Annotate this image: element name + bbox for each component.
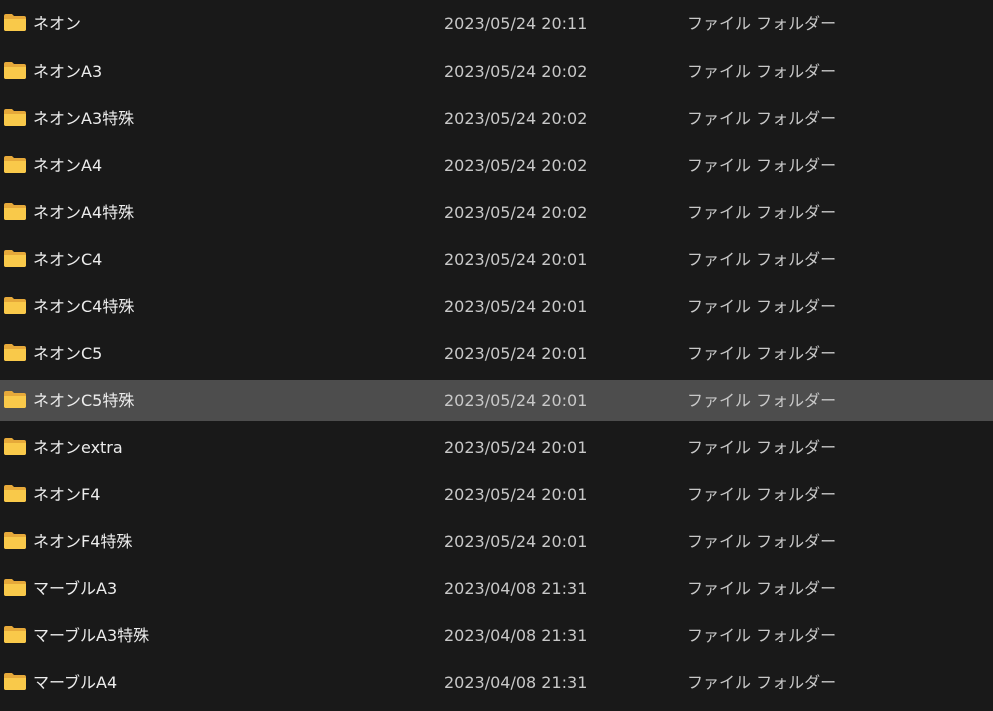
folder-icon [4,626,26,643]
file-row[interactable]: マーブルA3特殊 2023/04/08 21:31 ファイル フォルダー [0,615,993,656]
file-name: ネオンC5 [33,344,103,363]
file-row[interactable]: ネオン 2023/05/24 20:11 ファイル フォルダー [0,3,993,44]
folder-icon [4,109,26,126]
file-date: 2023/05/24 20:01 [444,250,588,269]
file-row[interactable]: マーブルA4 2023/04/08 21:31 ファイル フォルダー [0,662,993,703]
folder-icon [4,156,26,173]
file-date: 2023/04/08 21:31 [444,579,588,598]
file-name: ネオンA4 [33,156,103,175]
file-date: 2023/05/24 20:01 [444,344,588,363]
file-row-selected[interactable]: ネオンC5特殊 2023/05/24 20:01 ファイル フォルダー [0,380,993,421]
folder-icon [4,14,26,31]
file-type: ファイル フォルダー [687,109,837,128]
file-name: マーブルA3特殊 [33,626,150,645]
file-row[interactable]: ネオンC4特殊 2023/05/24 20:01 ファイル フォルダー [0,286,993,327]
folder-icon [4,62,26,79]
file-date: 2023/05/24 20:01 [444,297,588,316]
file-name: ネオンA4特殊 [33,203,135,222]
file-date: 2023/05/24 20:01 [444,485,588,504]
file-date: 2023/04/08 21:31 [444,673,588,692]
folder-icon [4,579,26,596]
file-type: ファイル フォルダー [687,626,837,645]
file-name: ネオンF4特殊 [33,532,133,551]
file-row[interactable]: ネオンC5 2023/05/24 20:01 ファイル フォルダー [0,333,993,374]
file-row[interactable]: ネオンA4 2023/05/24 20:02 ファイル フォルダー [0,145,993,186]
file-type: ファイル フォルダー [687,62,837,81]
file-name: ネオンextra [33,438,123,457]
file-type: ファイル フォルダー [687,203,837,222]
folder-icon [4,297,26,314]
file-type: ファイル フォルダー [687,579,837,598]
file-type: ファイル フォルダー [687,391,837,410]
folder-icon [4,203,26,220]
file-list: ネオン 2023/05/24 20:11 ファイル フォルダー ネオンA3 20… [0,0,993,711]
file-date: 2023/05/24 20:11 [444,14,588,33]
file-date: 2023/05/24 20:02 [444,62,588,81]
file-date: 2023/05/24 20:02 [444,109,588,128]
folder-icon [4,532,26,549]
file-row[interactable]: マーブルA3 2023/04/08 21:31 ファイル フォルダー [0,568,993,609]
file-row[interactable]: ネオンF4特殊 2023/05/24 20:01 ファイル フォルダー [0,521,993,562]
file-name: マーブルA3 [33,579,118,598]
file-type: ファイル フォルダー [687,156,837,175]
file-date: 2023/05/24 20:02 [444,203,588,222]
file-name: ネオン [33,14,82,33]
file-row[interactable]: ネオンA3特殊 2023/05/24 20:02 ファイル フォルダー [0,98,993,139]
file-date: 2023/05/24 20:01 [444,532,588,551]
file-type: ファイル フォルダー [687,438,837,457]
file-type: ファイル フォルダー [687,250,837,269]
file-type: ファイル フォルダー [687,14,837,33]
file-type: ファイル フォルダー [687,485,837,504]
file-type: ファイル フォルダー [687,344,837,363]
file-name: ネオンA3 [33,62,103,81]
file-date: 2023/05/24 20:01 [444,391,588,410]
file-name: マーブルA4 [33,673,118,692]
file-row[interactable]: ネオンF4 2023/05/24 20:01 ファイル フォルダー [0,474,993,515]
file-name: ネオンA3特殊 [33,109,135,128]
file-name: ネオンC4特殊 [33,297,135,316]
folder-icon [4,250,26,267]
folder-icon [4,485,26,502]
file-row[interactable]: ネオンextra 2023/05/24 20:01 ファイル フォルダー [0,427,993,468]
file-date: 2023/05/24 20:02 [444,156,588,175]
folder-icon [4,673,26,690]
file-row[interactable]: ネオンC4 2023/05/24 20:01 ファイル フォルダー [0,239,993,280]
file-name: ネオンF4 [33,485,101,504]
file-date: 2023/04/08 21:31 [444,626,588,645]
folder-icon [4,391,26,408]
file-type: ファイル フォルダー [687,297,837,316]
file-type: ファイル フォルダー [687,673,837,692]
file-row[interactable]: ネオンA4特殊 2023/05/24 20:02 ファイル フォルダー [0,192,993,233]
file-row[interactable]: ネオンA3 2023/05/24 20:02 ファイル フォルダー [0,51,993,92]
file-name: ネオンC4 [33,250,103,269]
file-type: ファイル フォルダー [687,532,837,551]
file-name: ネオンC5特殊 [33,391,135,410]
file-date: 2023/05/24 20:01 [444,438,588,457]
folder-icon [4,438,26,455]
folder-icon [4,344,26,361]
